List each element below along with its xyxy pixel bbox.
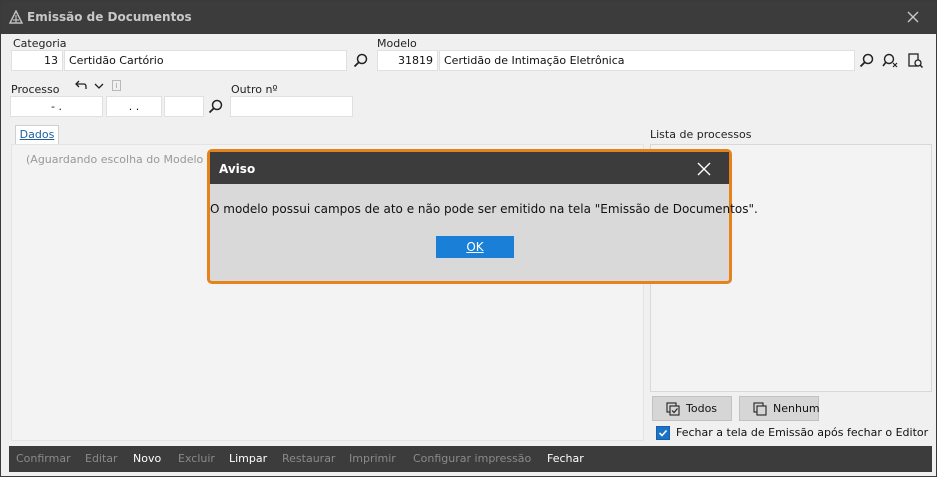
dialog-titlebar: Aviso [210, 152, 729, 184]
print-settings-button[interactable]: Configurar impressão [413, 452, 531, 465]
delete-button[interactable]: Excluir [178, 452, 215, 465]
document-small-icon[interactable] [111, 79, 123, 92]
select-none-label: Nenhum [773, 402, 820, 415]
select-all-button[interactable]: Todos [652, 396, 732, 421]
search-processo-icon[interactable] [207, 98, 225, 116]
categoria-code-field[interactable]: 13 [11, 50, 63, 71]
window-titlebar: Emissão de Documentos [1, 1, 936, 34]
new-button[interactable]: Novo [133, 452, 161, 465]
document-preview-icon[interactable] [906, 52, 924, 70]
outro-numero-label: Outro nº [231, 83, 278, 96]
close-after-editor-checkbox[interactable] [656, 426, 670, 440]
search-modelo-icon[interactable] [858, 52, 876, 70]
undo-arrow-icon[interactable] [74, 78, 88, 92]
document-search-icon[interactable] [881, 52, 899, 70]
outro-numero-field[interactable] [230, 96, 353, 117]
modelo-code-field[interactable]: 31819 [377, 50, 438, 71]
processo-label: Processo [11, 83, 60, 96]
processo-suffix-field[interactable] [164, 96, 204, 117]
select-none-button[interactable]: Nenhum [739, 396, 820, 421]
dialog-title: Aviso [219, 162, 256, 176]
categoria-label: Categoria [13, 37, 67, 50]
dialog-message: O modelo possui campos de ato e não pode… [210, 202, 758, 216]
ok-button[interactable]: OK [436, 236, 514, 258]
restore-button[interactable]: Restaurar [282, 452, 335, 465]
window-title: Emissão de Documentos [27, 10, 192, 24]
confirm-button[interactable]: Confirmar [16, 452, 71, 465]
document-emission-window: Emissão de Documentos Categoria 13 Certi… [0, 0, 937, 477]
uncheck-all-icon [753, 402, 767, 416]
check-all-icon [666, 402, 680, 416]
processo-year-field[interactable]: . . [106, 96, 162, 117]
dialog-close-icon[interactable] [694, 159, 714, 179]
clear-button[interactable]: Limpar [229, 452, 267, 465]
tab-dados[interactable]: Dados [15, 125, 59, 145]
close-after-editor-label: Fechar a tela de Emissão após fechar o E… [676, 426, 929, 439]
checkmark-icon [658, 429, 668, 437]
categoria-name-field[interactable]: Certidão Cartório [64, 50, 347, 71]
search-categoria-icon[interactable] [352, 52, 370, 70]
close-window-icon[interactable] [901, 7, 925, 29]
print-button[interactable]: Imprimir [349, 452, 396, 465]
select-all-label: Todos [686, 402, 718, 415]
edit-button[interactable]: Editar [85, 452, 118, 465]
modelo-name-field[interactable]: Certidão de Intimação Eletrônica [439, 50, 855, 71]
app-logo-icon [9, 10, 23, 24]
close-button[interactable]: Fechar [547, 452, 584, 465]
action-bar: Confirmar Editar Novo Excluir Limpar Res… [9, 446, 932, 472]
lista-processos-label: Lista de processos [650, 128, 752, 141]
modelo-label: Modelo [377, 37, 417, 50]
warning-dialog: Aviso O modelo possui campos de ato e nã… [207, 149, 758, 284]
chevron-down-icon[interactable] [93, 80, 105, 92]
processo-number-field[interactable]: - . [10, 96, 103, 117]
